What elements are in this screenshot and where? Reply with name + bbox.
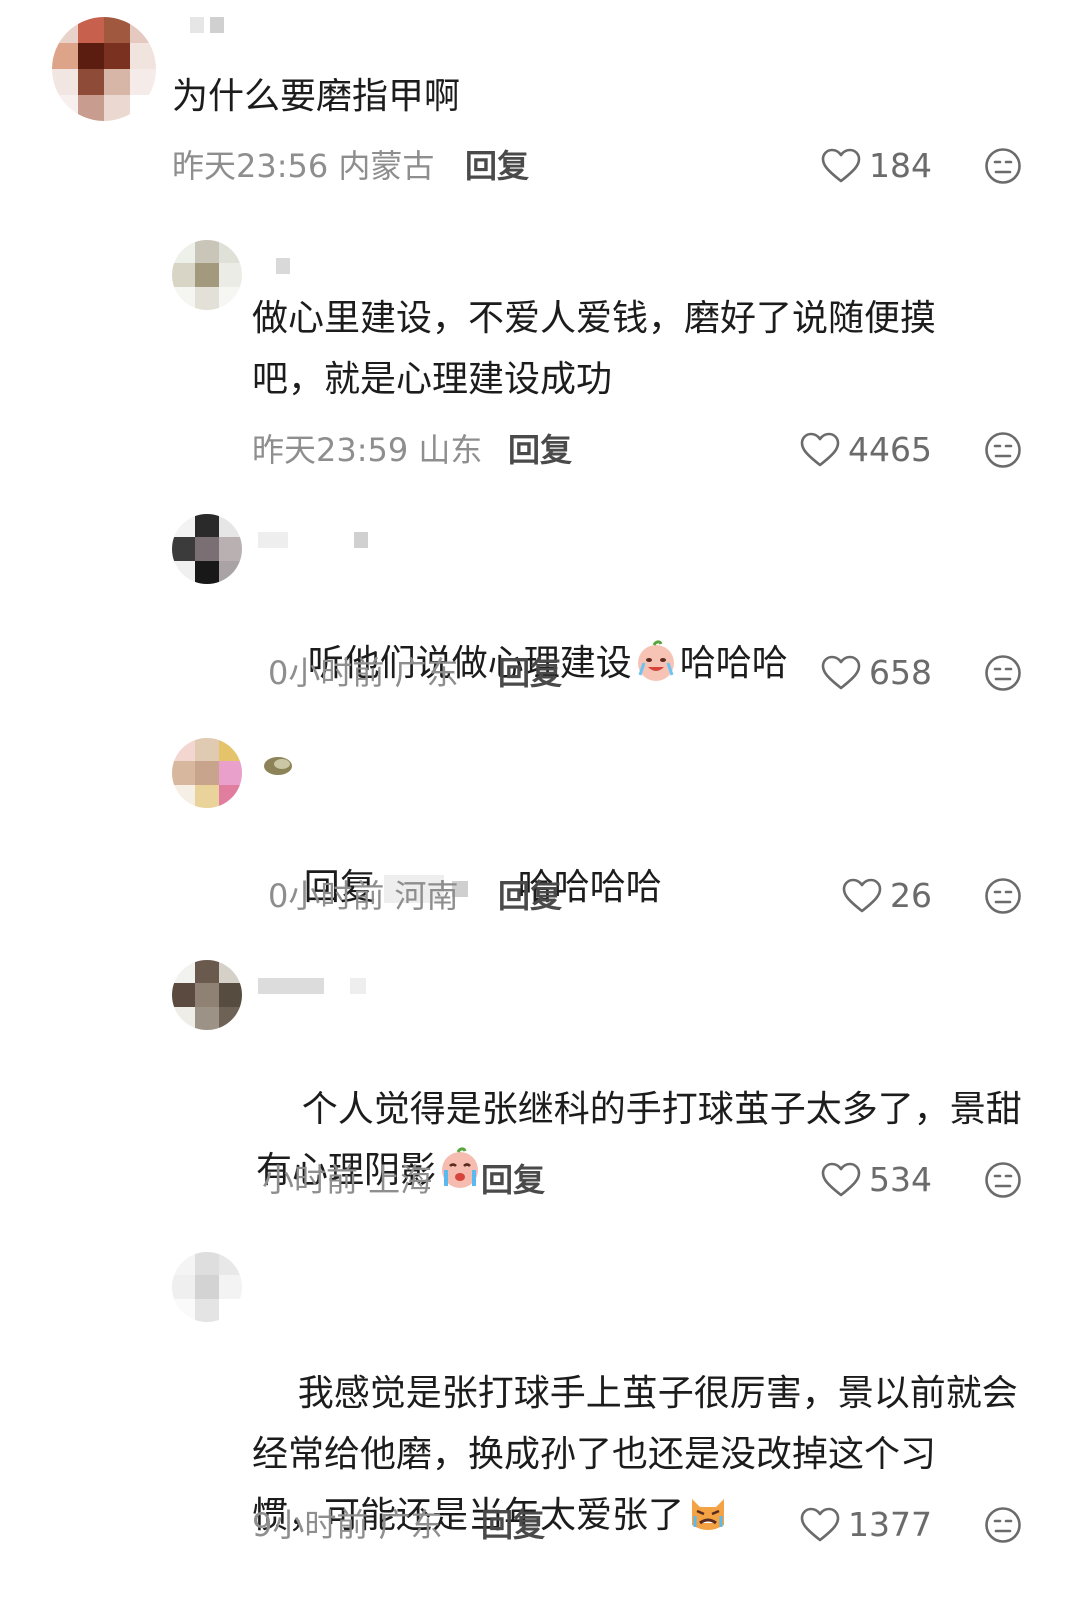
like-button[interactable]: 26 [842,876,932,916]
heart-outline-icon [800,1507,840,1542]
like-count: 26 [890,876,932,915]
avatar[interactable] [172,1252,242,1322]
username-blurred[interactable] [258,532,368,552]
comment-text: 个人觉得是张继科的手打球茧子太多了，景甜 有心理阴影 [256,1018,1022,1262]
comment-meta: 9小时前 广东 [252,1506,443,1544]
comment-meta: 昨天23:56 内蒙古 [172,147,435,185]
reply-button[interactable]: 回复 [498,653,562,693]
meh-face-icon[interactable] [984,147,1022,185]
avatar[interactable] [172,514,242,584]
crying-emoji [442,1147,479,1188]
like-count: 658 [869,653,932,692]
heart-outline-icon [821,1162,861,1197]
username-blurred[interactable] [190,17,224,37]
avatar[interactable] [52,17,156,121]
user-badge-icon [264,757,292,775]
username-blurred[interactable] [258,752,296,775]
avatar[interactable] [172,738,242,808]
like-button[interactable]: 658 [821,653,932,693]
reply-button[interactable]: 回复 [498,876,562,916]
crying-laughing-emoji [637,640,674,681]
meh-face-icon[interactable] [984,654,1022,692]
reply-button[interactable]: 回复 [508,430,572,470]
meh-face-icon[interactable] [984,1506,1022,1544]
meh-face-icon[interactable] [984,877,1022,915]
reply-button[interactable]: 回复 [481,1160,545,1200]
avatar[interactable] [172,240,242,310]
like-button[interactable]: 1377 [800,1505,932,1545]
reply-button[interactable]: 回复 [465,146,529,186]
like-button[interactable]: 534 [821,1160,932,1200]
comment-text: 做心里建设，不爱人爱钱，磨好了说随便摸 吧，就是心理建设成功 [252,298,937,400]
comment-text-after: 哈哈哈 [679,643,788,684]
heart-outline-icon [842,878,882,913]
comment-meta: 0小时前 广东 [268,654,459,692]
reply-button[interactable]: 回复 [481,1505,545,1545]
like-button[interactable]: 4465 [800,430,932,470]
like-button[interactable]: 184 [821,146,932,186]
heart-outline-icon [800,432,840,467]
username-blurred[interactable] [258,978,366,998]
comment-meta: 0小时前 河南 [268,877,459,915]
meh-face-icon[interactable] [984,431,1022,469]
like-count: 1377 [848,1505,932,1544]
comment-meta: 小时前 上海 [262,1161,433,1199]
heart-outline-icon [821,148,861,183]
comment-meta: 昨天23:59 山东 [252,431,483,469]
username-blurred[interactable] [276,258,290,278]
like-count: 184 [869,146,932,185]
comment-text: 为什么要磨指甲啊 [172,76,461,117]
heart-outline-icon [821,655,861,690]
crying-cat-emoji [692,1499,725,1530]
avatar[interactable] [172,960,242,1030]
meh-face-icon[interactable] [984,1161,1022,1199]
like-count: 534 [869,1160,932,1199]
comment-text: 我感觉是张打球手上茧子很厉害，景以前就会 经常给他磨，换成孙了也还是没改掉这个习… [252,1302,1018,1607]
like-count: 4465 [848,430,932,469]
